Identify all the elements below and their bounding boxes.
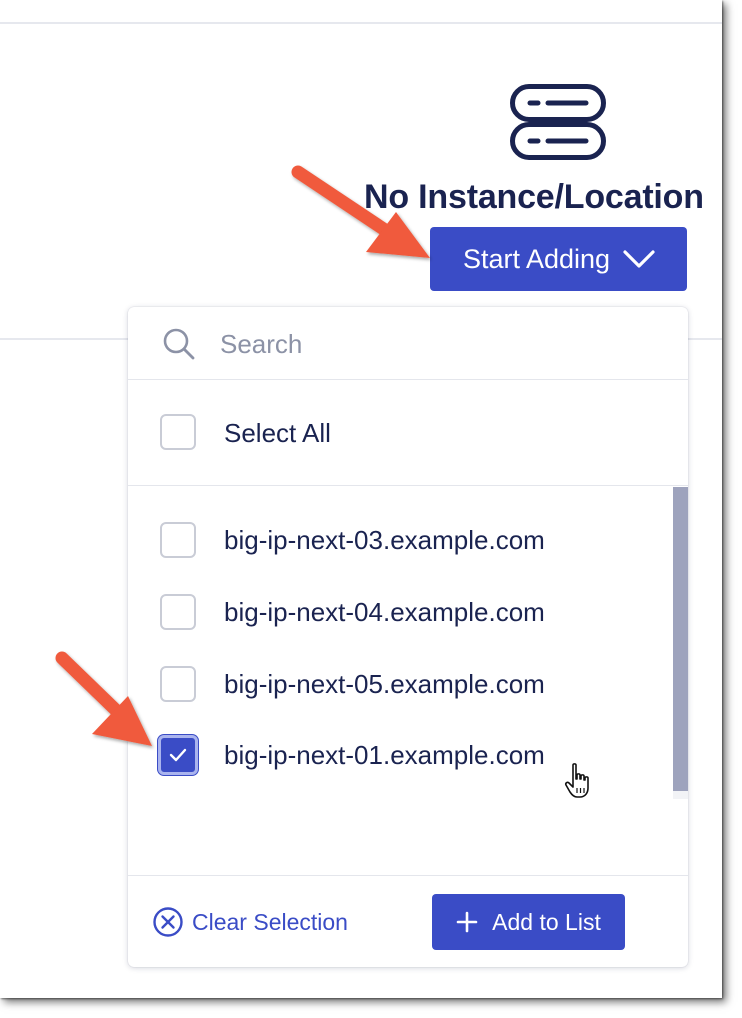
screenshot-stage: No Instance/Location Start Adding Select… xyxy=(0,0,742,1018)
annotation-arrow-bottom xyxy=(55,651,152,746)
